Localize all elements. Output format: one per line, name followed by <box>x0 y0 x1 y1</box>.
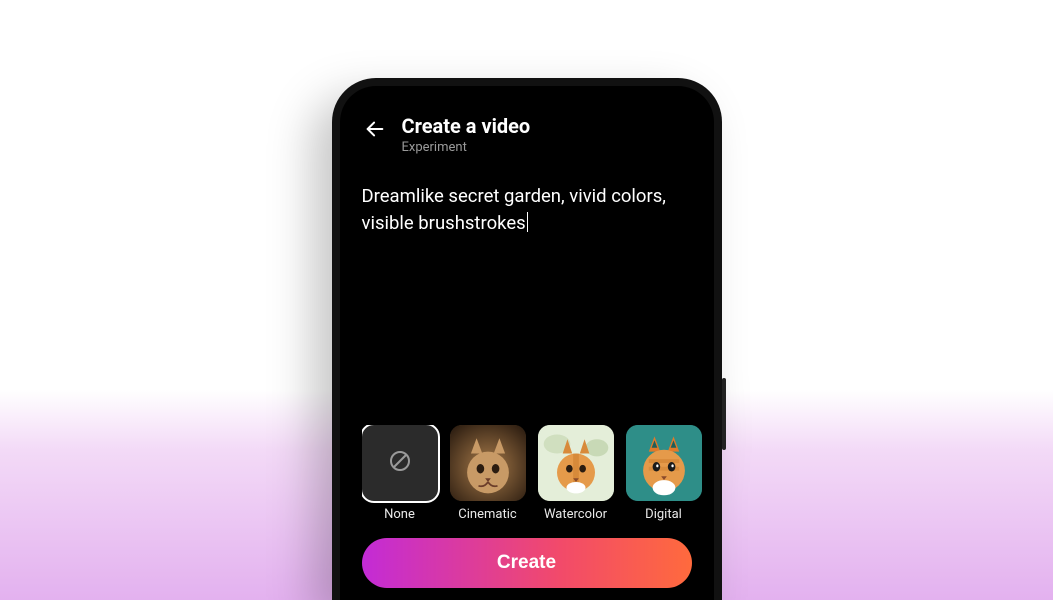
text-caret-icon <box>527 212 529 232</box>
style-label: Digital <box>645 507 682 522</box>
style-thumb-none <box>362 425 438 501</box>
phone-frame: Create a video Experiment Dreamlike secr… <box>332 78 722 600</box>
style-option-cinematic[interactable]: Cinematic <box>450 425 526 522</box>
page-subtitle: Experiment <box>402 140 531 155</box>
phone-screen: Create a video Experiment Dreamlike secr… <box>332 78 722 600</box>
style-option-none[interactable]: None <box>362 425 438 522</box>
header-titles: Create a video Experiment <box>402 114 531 155</box>
prompt-input[interactable]: Dreamlike secret garden, vivid colors, v… <box>362 183 692 239</box>
style-label: None <box>384 507 415 522</box>
style-option-digital[interactable]: Digital <box>626 425 702 522</box>
style-thumb-watercolor <box>538 425 614 501</box>
style-label: Cinematic <box>458 507 516 522</box>
page-title: Create a video <box>402 114 531 138</box>
phone-side-button <box>722 378 726 450</box>
prompt-text: Dreamlike secret garden, vivid colors, v… <box>362 185 666 234</box>
create-button[interactable]: Create <box>362 538 692 588</box>
cat-icon <box>626 425 702 501</box>
style-thumb-digital <box>626 425 702 501</box>
style-label: Watercolor <box>544 507 607 522</box>
cat-icon <box>450 425 526 501</box>
header: Create a video Experiment <box>362 114 692 155</box>
style-thumb-cinematic <box>450 425 526 501</box>
create-button-label: Create <box>497 552 556 573</box>
prohibit-icon <box>388 449 412 477</box>
arrow-left-icon <box>364 118 386 144</box>
style-selector[interactable]: None <box>362 425 714 522</box>
style-option-watercolor[interactable]: Watercolor <box>538 425 614 522</box>
back-button[interactable] <box>362 118 388 144</box>
cat-icon <box>538 425 614 501</box>
